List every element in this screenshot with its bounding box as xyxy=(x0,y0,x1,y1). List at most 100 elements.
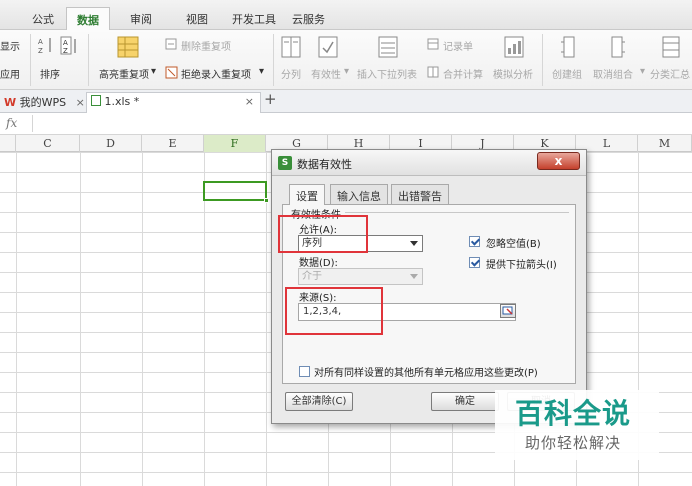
column-header-f[interactable]: F xyxy=(204,135,266,152)
grid-line xyxy=(16,152,17,486)
apply-all-checkbox[interactable] xyxy=(299,366,310,377)
watermark-subtitle: 助你轻松解决 xyxy=(525,434,622,452)
sort-label[interactable]: 排序 xyxy=(40,66,60,81)
svg-text:Z: Z xyxy=(38,47,43,54)
column-header-m[interactable]: M xyxy=(638,135,692,152)
tab-developer[interactable]: 开发工具 xyxy=(222,7,286,30)
close-icon[interactable]: × xyxy=(245,95,254,108)
column-header-partial[interactable] xyxy=(0,135,16,152)
section-divider xyxy=(345,212,569,213)
data-label: 数据(D): xyxy=(299,258,338,269)
column-header-e[interactable]: E xyxy=(142,135,204,152)
consolidate-label[interactable]: 合并计算 xyxy=(443,66,483,81)
what-if-analysis-icon[interactable] xyxy=(504,36,524,58)
svg-text:A: A xyxy=(38,38,43,46)
validity-label[interactable]: 有效性 xyxy=(311,66,341,81)
tab-file-label: 1.xls * xyxy=(104,95,140,108)
consolidate-icon[interactable] xyxy=(427,66,439,78)
highlight-dropdown-icon[interactable]: ▾ xyxy=(151,66,156,77)
clear-all-button[interactable]: 全部清除(C) xyxy=(285,392,353,411)
range-select-button[interactable] xyxy=(500,304,516,318)
insert-dropdown-list-label[interactable]: 插入下拉列表 xyxy=(357,66,417,81)
ungroup-label[interactable]: 取消组合 xyxy=(593,66,633,81)
watermark-title: 百科全说 xyxy=(515,397,632,430)
fx-icon[interactable]: fx xyxy=(6,116,17,130)
ignore-blank-label: 忽略空值(B) xyxy=(486,239,541,250)
tab-formulas[interactable]: 公式 xyxy=(22,7,64,30)
range-select-icon xyxy=(502,306,513,315)
formula-bar: fx xyxy=(0,113,692,135)
subtotal-icon[interactable] xyxy=(662,36,680,58)
reject-dropdown-icon[interactable]: ▾ xyxy=(259,66,264,77)
column-header-c[interactable]: C xyxy=(16,135,80,152)
ungroup-icon[interactable] xyxy=(608,36,626,58)
ribbon-tab-strip: 公式 数据 审阅 视图 开发工具 云服务 xyxy=(0,0,692,30)
dialog-title: 数据有效性 xyxy=(297,158,352,171)
close-button[interactable]: x xyxy=(537,152,580,170)
what-if-analysis-label[interactable]: 模拟分析 xyxy=(493,66,533,81)
tab-file[interactable]: 1.xls * × xyxy=(86,92,261,113)
selected-cell[interactable] xyxy=(203,181,269,203)
wps-logo-icon: W xyxy=(4,96,17,109)
highlight-duplicates-icon[interactable] xyxy=(117,36,139,58)
chevron-down-icon xyxy=(410,241,418,246)
clipped-show-label[interactable]: 显示 xyxy=(0,38,20,53)
tab-my-wps-label: 我的WPS xyxy=(19,96,67,109)
tab-error-alert[interactable]: 出错警告 xyxy=(391,184,449,204)
subtotal-label[interactable]: 分类汇总 xyxy=(650,66,690,81)
ribbon-separator xyxy=(273,34,274,86)
tab-settings[interactable]: 设置 xyxy=(289,184,325,205)
annotation-box-source xyxy=(285,287,383,335)
create-group-label[interactable]: 创建组 xyxy=(552,66,582,81)
data-select: 介于 xyxy=(298,268,423,285)
chevron-down-icon xyxy=(410,274,418,279)
ribbon-separator xyxy=(30,34,31,86)
watermark: 百科全说 助你轻松解决 xyxy=(495,390,659,460)
delete-duplicates-label[interactable]: 删除重复项 xyxy=(181,38,231,53)
column-header-d[interactable]: D xyxy=(80,135,142,152)
sort-ascending-icon[interactable]: AZ xyxy=(38,36,54,54)
annotation-box-allow xyxy=(278,215,368,253)
apply-all-label: 对所有同样设置的其他所有单元格应用这些更改(P) xyxy=(314,368,538,379)
split-column-icon[interactable] xyxy=(281,36,301,58)
fill-handle[interactable] xyxy=(264,198,269,203)
grid-line xyxy=(204,152,205,486)
ribbon-separator xyxy=(542,34,543,86)
reject-duplicates-label[interactable]: 拒绝录入重复项 xyxy=(181,66,251,81)
formula-input[interactable] xyxy=(32,115,688,132)
tab-my-wps[interactable]: W 我的WPS × xyxy=(4,94,85,115)
ok-button[interactable]: 确定 xyxy=(431,392,499,411)
tab-view[interactable]: 视图 xyxy=(176,7,218,30)
tab-cloud[interactable]: 云服务 xyxy=(282,7,335,30)
dialog-title-bar[interactable]: S 数据有效性 x xyxy=(272,150,586,176)
record-sheet-label[interactable]: 记录单 xyxy=(443,38,473,53)
tab-data[interactable]: 数据 xyxy=(66,7,110,30)
record-sheet-icon[interactable] xyxy=(427,38,439,50)
close-icon[interactable]: × xyxy=(76,96,85,109)
validity-dropdown-icon[interactable]: ▾ xyxy=(344,66,349,77)
dropdown-arrow-checkbox[interactable] xyxy=(469,257,480,268)
ribbon-separator xyxy=(88,34,89,86)
svg-text:Z: Z xyxy=(63,47,68,55)
split-column-label[interactable]: 分列 xyxy=(281,66,301,81)
document-tab-bar: W 我的WPS × 1.xls * × + xyxy=(0,90,692,113)
ungroup-dropdown-icon[interactable]: ▾ xyxy=(640,66,645,77)
tab-input-message[interactable]: 输入信息 xyxy=(330,184,388,204)
grid-line xyxy=(142,152,143,486)
create-group-icon[interactable] xyxy=(560,36,578,58)
reject-duplicates-icon[interactable] xyxy=(165,66,178,79)
validity-icon[interactable] xyxy=(318,36,338,58)
tab-review[interactable]: 审阅 xyxy=(120,7,162,30)
data-select-value: 介于 xyxy=(302,271,322,282)
delete-duplicates-icon[interactable] xyxy=(165,38,177,50)
ignore-blank-checkbox[interactable] xyxy=(469,236,480,247)
custom-sort-icon[interactable]: AZ xyxy=(60,36,78,56)
clipped-apply-label[interactable]: 应用 xyxy=(0,66,20,81)
new-tab-button[interactable]: + xyxy=(264,90,277,111)
grid-line xyxy=(80,152,81,486)
app-icon: S xyxy=(278,156,292,170)
highlight-duplicates-label[interactable]: 高亮重复项 xyxy=(99,66,149,81)
ribbon-toolbar: 显示 应用 AZ AZ 排序 高亮重复项 ▾ 删除重复项 拒绝录入重复项 ▾ 分… xyxy=(0,30,692,90)
insert-dropdown-list-icon[interactable] xyxy=(378,36,398,58)
spreadsheet-file-icon xyxy=(91,95,101,106)
